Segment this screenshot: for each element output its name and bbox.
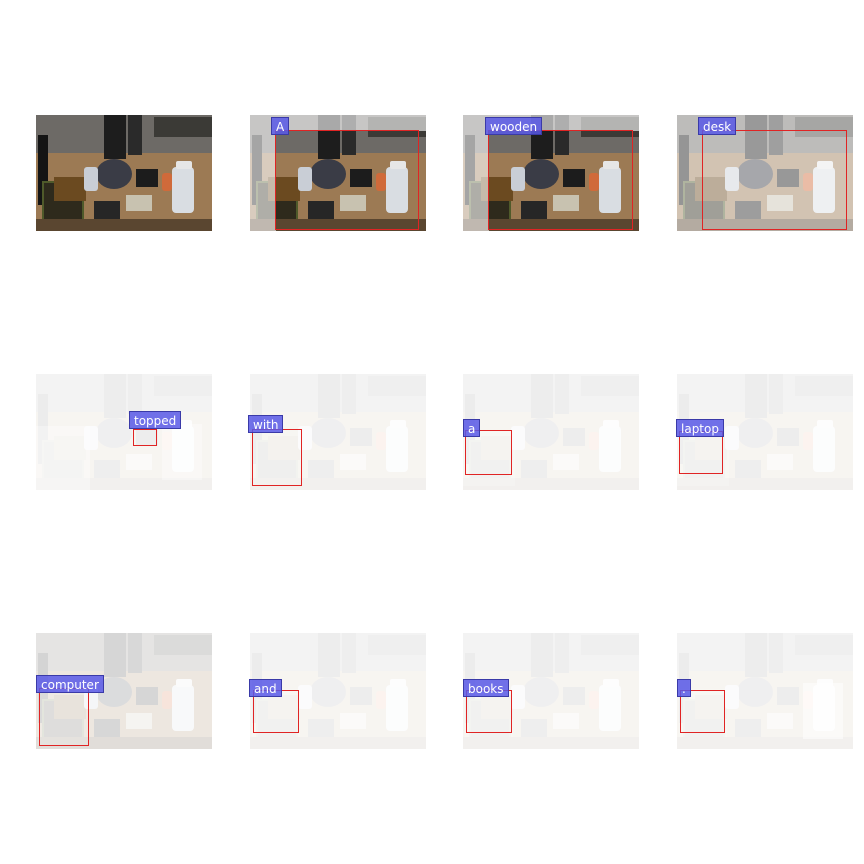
token-cell-and: and [249, 633, 426, 749]
token-cell-books: books [463, 633, 639, 749]
token-cell-laptop: laptop [676, 374, 853, 490]
token-label: a [463, 419, 481, 437]
region-box [702, 130, 847, 230]
token-cell-computer: computer [36, 633, 212, 749]
token-cell-period: . [677, 633, 853, 749]
region-box [133, 429, 157, 446]
attention-grid: A wooden desk topped with a laptop compu… [0, 0, 864, 864]
token-cell-with: with [248, 374, 426, 490]
region-box [275, 130, 419, 230]
token-label: and [249, 679, 282, 697]
token-cell-topped: topped [36, 374, 212, 490]
region-box [252, 429, 302, 486]
token-label: topped [129, 411, 182, 429]
token-cell-wooden: wooden [463, 115, 639, 231]
region-box [488, 130, 633, 230]
desk-photo [36, 374, 212, 490]
token-cell-a: A [250, 115, 426, 231]
token-cell-a-article: a [463, 374, 639, 490]
region-box [39, 688, 89, 746]
token-label: books [463, 679, 509, 697]
token-cell-desk: desk [677, 115, 853, 231]
token-label: . [677, 679, 691, 697]
token-label: laptop [676, 419, 724, 437]
token-label: wooden [485, 117, 543, 135]
desk-photo [36, 115, 212, 231]
token-label: A [271, 117, 290, 135]
original-image-cell [36, 115, 212, 231]
token-label: computer [36, 675, 104, 693]
token-label: desk [698, 117, 737, 135]
token-label: with [248, 415, 284, 433]
